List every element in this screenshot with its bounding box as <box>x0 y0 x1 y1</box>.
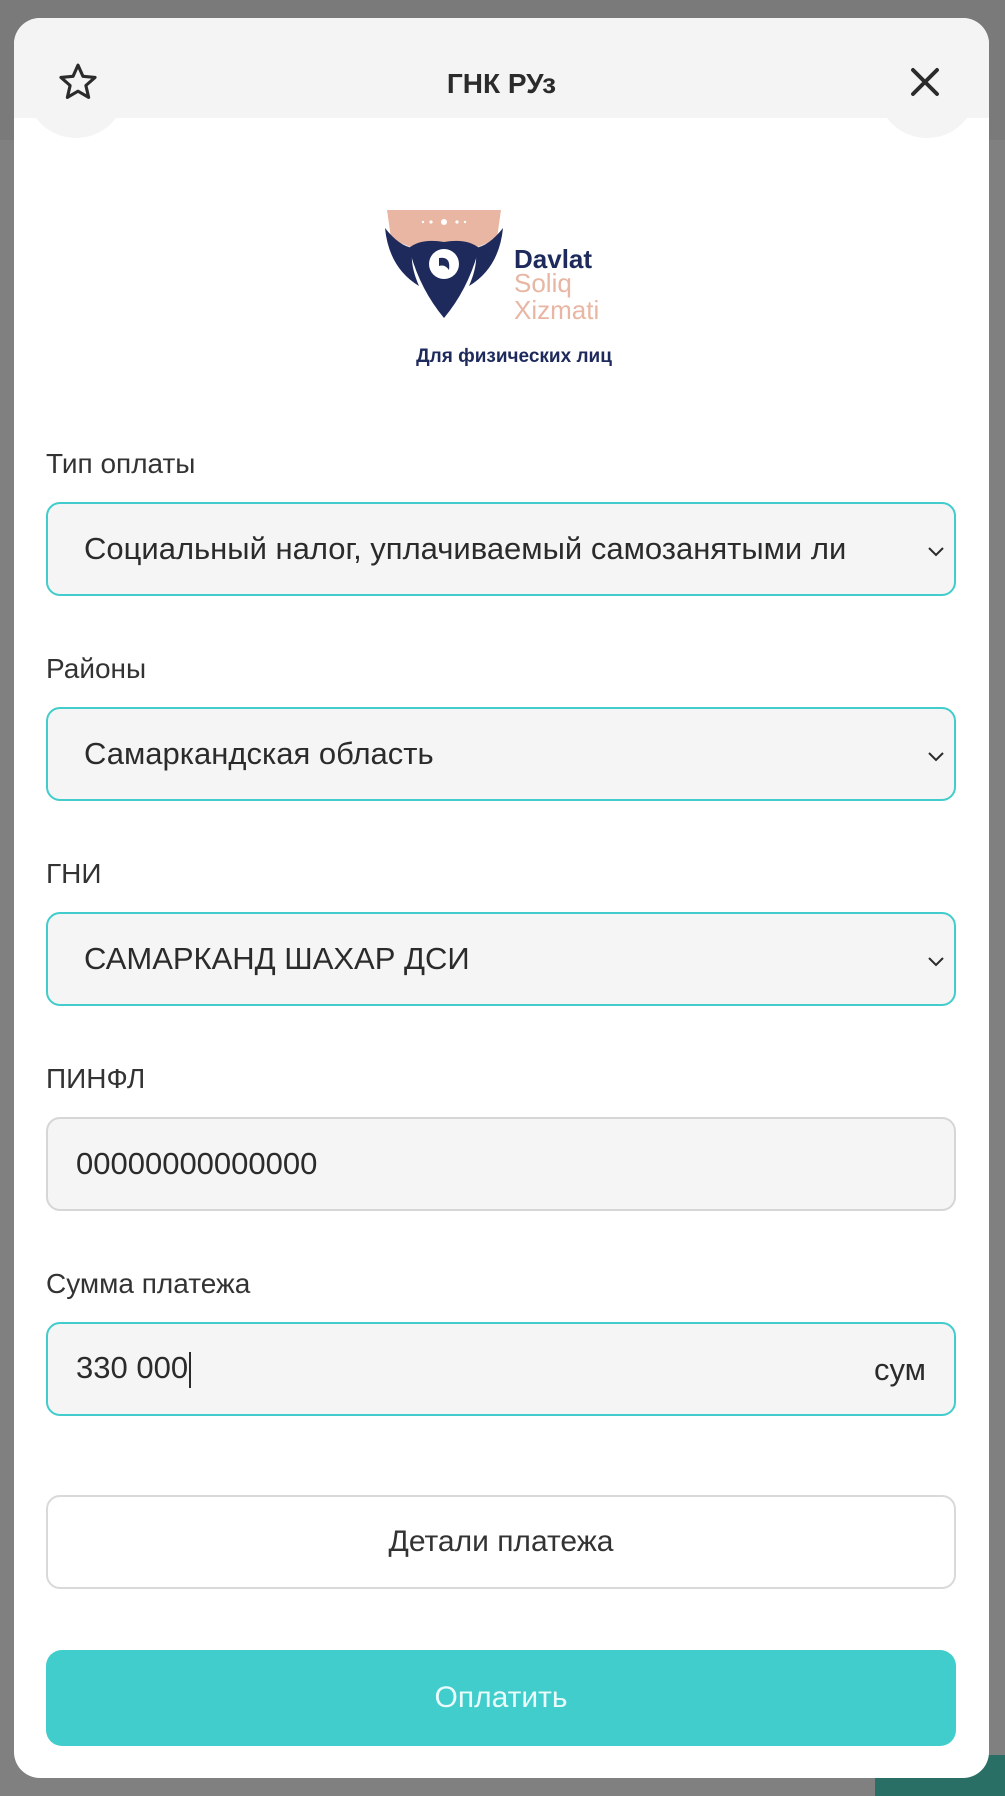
district-value: Самаркандская область <box>84 736 434 771</box>
logo-text-xizmati: Xizmati <box>514 295 600 326</box>
chevron-down-icon <box>928 547 944 557</box>
favorite-button[interactable] <box>50 54 106 110</box>
eagle-emblem <box>385 210 503 318</box>
payment-type-label: Тип оплаты <box>46 448 196 479</box>
gni-label: ГНИ <box>46 858 102 889</box>
close-icon <box>911 68 939 96</box>
district-select[interactable]: Самаркандская область <box>46 707 956 801</box>
amount-value-wrap: 330 000 <box>48 1350 192 1388</box>
payment-details-button[interactable]: Детали платежа <box>46 1495 956 1589</box>
payment-modal: ГНК РУз Davlat Soliq Xizmati Для физичес… <box>14 18 989 1778</box>
close-button[interactable] <box>897 54 953 110</box>
star-icon <box>59 63 97 99</box>
logo-subtitle: Для физических лиц <box>416 346 612 367</box>
gni-value: САМАРКАНД ШАХАР ДСИ <box>84 941 470 976</box>
chevron-down-icon <box>928 957 944 967</box>
logo-text-soliq: Soliq <box>514 268 572 298</box>
text-caret <box>189 1351 192 1388</box>
currency-unit: сум <box>874 1352 926 1387</box>
amount-input[interactable]: 330 000 сум <box>46 1322 956 1416</box>
amount-value: 330 000 <box>76 1350 189 1386</box>
modal-title: ГНК РУз <box>446 68 557 99</box>
payment-type-value: Социальный налог, уплачиваемый самозанят… <box>84 531 847 566</box>
gni-select[interactable]: САМАРКАНД ШАХАР ДСИ <box>46 912 956 1006</box>
payment-type-select[interactable]: Социальный налог, уплачиваемый самозанят… <box>46 502 956 596</box>
pinfl-label: ПИНФЛ <box>46 1063 146 1094</box>
tax-service-logo: Davlat Soliq Xizmati Для физических лиц <box>379 208 649 378</box>
pinfl-input[interactable]: 00000000000000 <box>46 1117 956 1211</box>
pay-button[interactable]: Оплатить <box>46 1650 956 1746</box>
amount-label: Сумма платежа <box>46 1268 251 1299</box>
district-label: Районы <box>46 653 147 684</box>
chevron-down-icon <box>928 752 944 762</box>
pinfl-value: 00000000000000 <box>76 1146 318 1181</box>
logo-text-soliq-xizmati: Soliq Xizmati <box>514 268 600 326</box>
